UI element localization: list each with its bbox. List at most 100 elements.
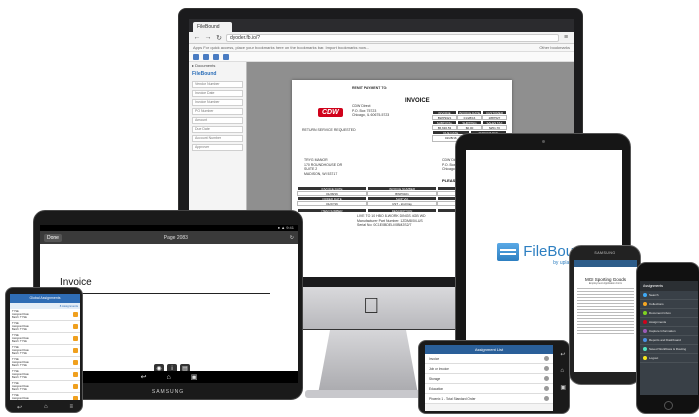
assignments-screen: Global Assignments 8 Assignments TYSE As… — [10, 294, 80, 400]
menu-item[interactable]: Document Inbox — [640, 309, 698, 318]
form-subtitle: Employment Application Form — [588, 282, 623, 285]
back-icon[interactable]: ↩ — [141, 373, 147, 381]
index-field[interactable]: Invoice Number — [192, 99, 243, 106]
menu-item-icon — [643, 338, 647, 342]
menu-item[interactable]: Saved Workflows & Routing — [640, 345, 698, 354]
list-item-label: Job or Invoice — [429, 366, 449, 371]
invoice-title: INVOICE — [405, 98, 430, 104]
print-icon[interactable] — [203, 53, 209, 60]
list-item[interactable]: Education — [425, 384, 553, 394]
menu-item[interactable]: Reports and Dashboard — [640, 336, 698, 345]
small-tablet: Assignment List Invoice Job or Invoice S… — [418, 340, 570, 414]
assignment-text: TYSE Assigned Date Batch: TYSE — [12, 358, 29, 367]
menu-item[interactable]: Capture Information — [640, 327, 698, 336]
index-field[interactable]: Amount — [192, 117, 243, 124]
list-item[interactable]: TYSE Assigned Date Batch: TYSE — [10, 357, 80, 369]
remit-address: CDW Direct P.O. Box 75723 Chicago, IL 60… — [352, 104, 390, 117]
list-item[interactable]: TYSE Assigned Date Batch: TYSE — [10, 369, 80, 381]
galaxy-phone: SAMSUNG MGI Sporting Goods Employment Ap… — [569, 245, 641, 385]
menu-item-icon — [643, 329, 647, 333]
chevron-right-icon — [544, 386, 549, 391]
browser-tab[interactable]: FileBound — [193, 22, 232, 32]
table-cell: 01/27/16 — [297, 201, 367, 206]
home-icon[interactable]: ⌂ — [44, 404, 48, 411]
list-item[interactable]: TYSE Assigned Date Batch: TYSE — [10, 393, 80, 400]
index-field[interactable]: Vendor Number — [192, 81, 243, 88]
list-item[interactable]: Job or Invoice — [425, 364, 553, 374]
refresh-icon[interactable]: ↻ — [290, 235, 294, 241]
menu-item[interactable]: Search — [640, 291, 698, 300]
menu-item-icon — [643, 311, 647, 315]
tree-item[interactable]: ▸ Documents — [189, 62, 246, 69]
menu-item-icon — [643, 302, 647, 306]
folder-icon — [73, 312, 78, 317]
menu-item[interactable]: Logout — [640, 354, 698, 363]
menu-item-label: Saved Workflows & Routing — [649, 347, 687, 351]
camera-icon — [542, 140, 545, 143]
bookmarks-hint[interactable]: Apps For quick access, place your bookma… — [193, 45, 369, 50]
imac-stand — [318, 330, 418, 394]
home-button[interactable] — [664, 401, 673, 410]
return-service: RETURN SERVICE REQUESTED — [302, 128, 356, 132]
list-item[interactable]: TYSE Assigned Date Batch: TYSE — [10, 321, 80, 333]
list-item-label: Invoice — [429, 356, 440, 361]
other-bookmarks[interactable]: Other bookmarks — [539, 44, 574, 52]
list-item[interactable]: TYSE Assigned Date Batch: TYSE — [10, 333, 80, 345]
tablet-side-nav: ↩ ⌂ ▣ — [560, 351, 566, 391]
panel-title: FileBound — [192, 71, 217, 77]
list-item[interactable]: Invoice — [425, 354, 553, 364]
iphone-device: Assignments Search Collections Document In… — [636, 262, 699, 414]
index-field[interactable]: Due Date — [192, 126, 243, 133]
menu-item-label: Document Inbox — [649, 311, 671, 315]
device-showcase: FileBound ← → ↻ dyoder.fb.io/? ≡ Apps Fo… — [0, 0, 699, 417]
home-icon[interactable]: ⌂ — [167, 374, 171, 381]
list-header: Assignment List — [425, 345, 553, 354]
samsung-brand: SAMSUNG — [594, 251, 616, 255]
page-indicator: Page 2083 — [163, 234, 188, 241]
app-bar — [574, 260, 637, 267]
menu-item-label: Logout — [649, 356, 659, 360]
viewer-toolbar: Done Page 2083 ↻ — [40, 231, 298, 244]
index-field[interactable]: PO Number — [192, 108, 243, 115]
recent-apps-icon[interactable]: ▣ — [560, 384, 566, 391]
forward-icon[interactable]: → — [204, 34, 212, 41]
chevron-right-icon — [544, 376, 549, 381]
list-item[interactable]: TYSE Assigned Date Batch: TYSE — [10, 345, 80, 357]
save-icon[interactable] — [193, 53, 199, 60]
menu-icon[interactable]: ≡ — [70, 404, 74, 411]
menu-item[interactable]: Assignments — [640, 318, 698, 327]
list-item[interactable]: Phoenix 1 - Total Standard Order — [425, 394, 553, 404]
zoom-icon[interactable] — [213, 53, 219, 60]
home-icon[interactable]: ⌂ — [560, 368, 566, 374]
menu-header: Assignments — [640, 281, 698, 291]
list-item[interactable]: TYSE Assigned Date Batch: TYSE — [10, 309, 80, 321]
folder-icon — [73, 372, 78, 377]
index-field[interactable]: Account Number — [192, 135, 243, 142]
reload-icon[interactable]: ↻ — [215, 34, 223, 42]
form-title: MGI Sporting Goods — [584, 277, 627, 282]
list-item[interactable]: Storage — [425, 374, 553, 384]
browser-toolbar: ← → ↻ dyoder.fb.io/? ≡ — [189, 32, 574, 44]
list-item-label: Storage — [429, 376, 441, 381]
recent-apps-icon[interactable]: ▣ — [191, 373, 198, 381]
menu-list: Search Collections Document Inbox Assignmen… — [640, 291, 698, 363]
menu-item[interactable]: Collections — [640, 300, 698, 309]
bill-to-address: TRYG MANOR 170 ROUNDHOUSE DR SUITE 2 MAD… — [304, 158, 343, 176]
index-field[interactable]: Approver — [192, 144, 243, 151]
back-icon[interactable]: ↩ — [560, 351, 566, 358]
back-icon[interactable]: ↩ — [17, 404, 22, 411]
done-button[interactable]: Done — [44, 233, 62, 242]
apple-logo-icon:  — [363, 293, 380, 319]
menu-icon[interactable]: ≡ — [562, 34, 570, 41]
assignment-text: TYSE Assigned Date Batch: TYSE — [12, 370, 29, 379]
list-item[interactable]: TYSE Assigned Date Batch: TYSE — [10, 381, 80, 393]
address-bar[interactable]: dyoder.fb.io/? — [226, 33, 559, 42]
rotate-icon[interactable] — [223, 53, 229, 60]
table-cell: UST - 2nd Day — [367, 201, 437, 206]
table-header: DESCRIPTION — [367, 208, 437, 213]
android-nav-bar: ↩ ⌂ ≡ — [6, 404, 84, 411]
back-icon[interactable]: ← — [193, 34, 201, 41]
folder-icon — [73, 336, 78, 341]
folder-icon — [73, 360, 78, 365]
index-field[interactable]: Invoice Date — [192, 90, 243, 97]
